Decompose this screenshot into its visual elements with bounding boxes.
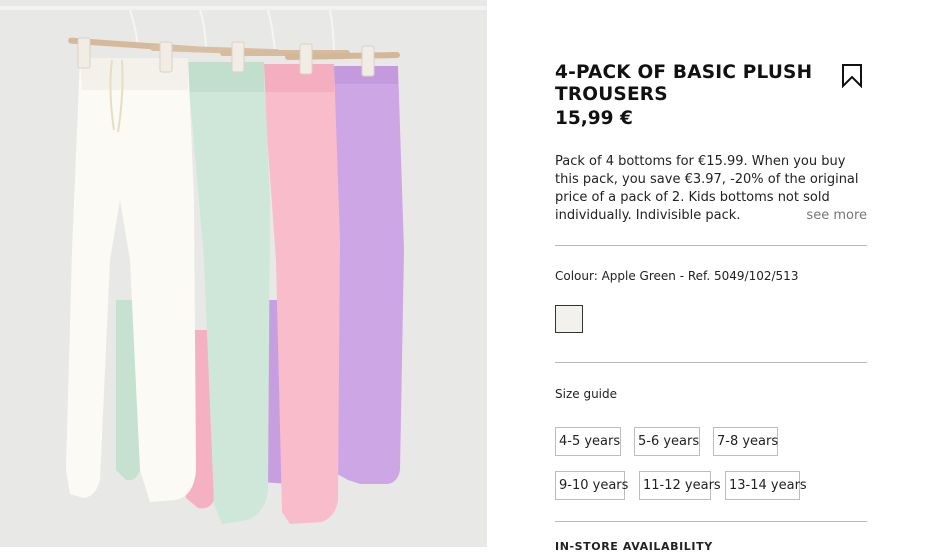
divider — [555, 245, 867, 246]
bookmark-icon[interactable] — [841, 64, 863, 89]
size-option-5-6[interactable]: 5-6 years — [634, 427, 700, 456]
size-guide-link[interactable]: Size guide — [555, 386, 617, 402]
size-option-13-14[interactable]: 13-14 years — [725, 471, 807, 500]
divider — [555, 521, 867, 522]
divider — [555, 362, 867, 363]
size-option-7-8[interactable]: 7-8 years — [713, 427, 778, 456]
colour-reference: Colour: Apple Green - Ref. 5049/102/513 — [555, 269, 799, 283]
product-title: 4-PACK OF BASIC PLUSH TROUSERS — [555, 62, 813, 105]
product-image[interactable] — [0, 0, 487, 547]
product-price: 15,99 € — [555, 108, 633, 129]
size-option-11-12[interactable]: 11-12 years — [639, 471, 721, 500]
colour-swatch[interactable] — [555, 305, 583, 333]
product-details: 4-PACK OF BASIC PLUSH TROUSERS 15,99 € P… — [555, 0, 867, 553]
clothes-rail — [0, 6, 487, 10]
size-option-4-5[interactable]: 4-5 years — [555, 427, 621, 456]
size-option-9-10[interactable]: 9-10 years — [555, 471, 628, 500]
store-availability-link[interactable]: IN-STORE AVAILABILITY — [555, 540, 713, 554]
product-photo — [0, 6, 487, 524]
see-more-link[interactable]: see more — [806, 207, 867, 225]
